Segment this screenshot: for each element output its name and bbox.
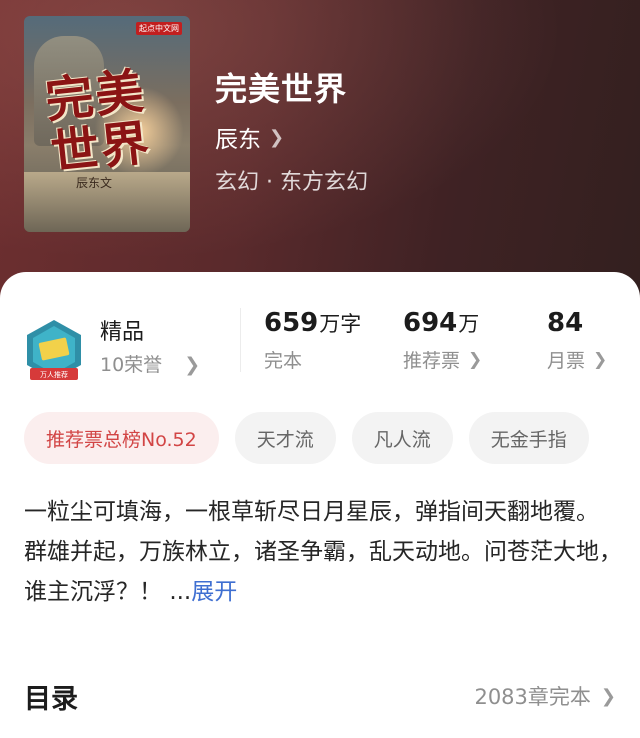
expand-button[interactable]: 展开	[191, 579, 237, 605]
stat-label: 完本	[264, 350, 303, 372]
chevron-right-icon: ❯	[468, 349, 483, 370]
honor-count: 10荣誉	[100, 354, 163, 376]
chevron-right-icon: ❯	[184, 354, 201, 376]
tag-item[interactable]: 凡人流	[351, 412, 453, 464]
description-line: 一粒尘可填海，一根草斩尽日月星辰，弹指间天翻地覆。	[24, 499, 599, 525]
book-info-card: 万人推荐 精品 10荣誉 ❯ 659万字 完本 694万 推荐票 ❯ 84 月票 ❯…	[0, 272, 640, 738]
table-of-contents-row[interactable]: 目录 2083章完本 ❯	[24, 674, 616, 718]
cover-title-art: 完美世界	[42, 63, 154, 182]
chevron-right-icon: ❯	[269, 126, 285, 148]
divider	[240, 308, 241, 372]
stat-recommend-votes[interactable]: 694万 推荐票 ❯	[403, 308, 482, 373]
author-link[interactable]: 辰东 ❯	[215, 120, 284, 154]
stat-value: 659	[264, 308, 319, 338]
publisher-badge: 起点中文网	[136, 22, 182, 35]
book-cover[interactable]: 起点中文网 完美世界 辰东文	[24, 16, 190, 232]
tag-item[interactable]: 天才流	[234, 412, 336, 464]
description-text: 群雄并起，万族林立，诸圣争霸，乱天动地。问苍茫大地，谁主沉浮？！	[24, 539, 622, 605]
stat-label: 推荐票	[403, 350, 461, 372]
book-description: 一粒尘可填海，一根草斩尽日月星辰，弹指间天翻地覆。 群雄并起，万族林立，诸圣争霸…	[24, 492, 624, 612]
stat-monthly-votes[interactable]: 84 月票 ❯	[547, 308, 607, 373]
stat-word-count: 659万字 完本	[264, 308, 361, 373]
author-name: 辰东	[215, 127, 261, 153]
honor-label: 精品	[100, 320, 145, 345]
stat-unit: 万字	[319, 312, 362, 336]
stat-unit: 万	[458, 312, 480, 336]
stat-value: 694	[403, 308, 458, 338]
description-line-2: 群雄并起，万族林立，诸圣争霸，乱天动地。问苍茫大地，谁主沉浮？！ ...展开	[24, 532, 624, 612]
stat-label: 月票	[547, 350, 586, 372]
toc-status: 2083章完本 ❯	[474, 681, 616, 711]
shield-badge-icon: 万人推荐	[27, 320, 81, 380]
book-title: 完美世界	[215, 70, 348, 108]
toc-label: 目录	[24, 683, 78, 715]
honor-badge-text: 万人推荐	[40, 370, 68, 379]
tag-list: 推荐票总榜No.52 天才流 凡人流 无金手指	[24, 412, 589, 464]
honor-sub: 10荣誉 ❯	[100, 350, 200, 377]
stat-value: 84	[547, 308, 584, 338]
chevron-right-icon: ❯	[593, 349, 608, 370]
honor-section[interactable]: 万人推荐 精品 10荣誉 ❯	[24, 312, 224, 392]
chevron-right-icon: ❯	[600, 685, 616, 707]
cover-author-art: 辰东文	[76, 176, 113, 190]
chapter-count: 2083章完本	[474, 685, 591, 709]
tag-rank[interactable]: 推荐票总榜No.52	[24, 412, 219, 464]
tag-item[interactable]: 无金手指	[468, 412, 589, 464]
genre-text: 玄幻 · 东方玄幻	[215, 170, 368, 195]
description-ellipsis: ...	[169, 579, 192, 605]
